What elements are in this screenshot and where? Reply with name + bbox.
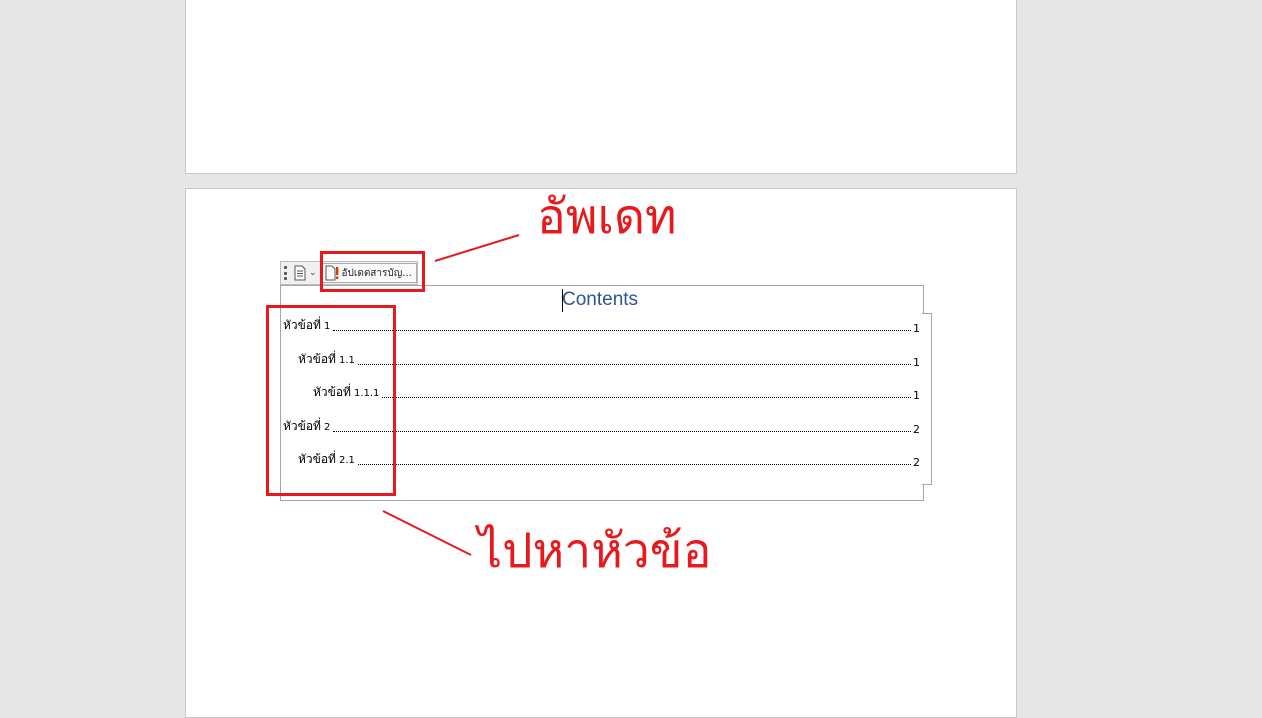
- annotation-pointer-lines: [382, 234, 520, 556]
- update-annotation-label: อัพเดท: [537, 189, 677, 245]
- goto-heading-annotation-label: ไปหาหัวข้อ: [478, 523, 712, 579]
